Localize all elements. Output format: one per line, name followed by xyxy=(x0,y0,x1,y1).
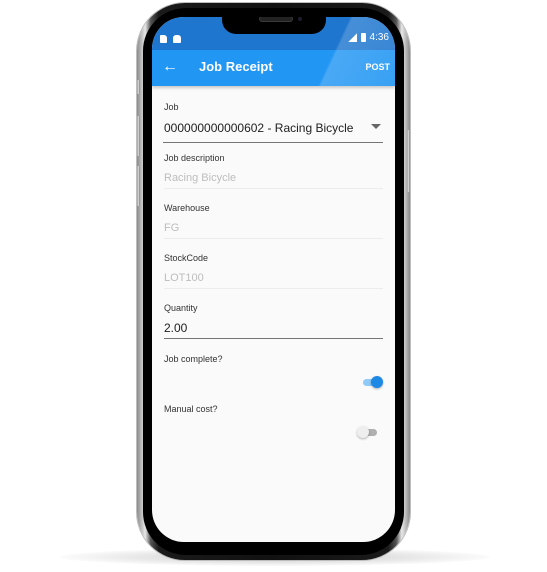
job-description-field: Racing Bicycle xyxy=(164,172,237,184)
warehouse-underline xyxy=(164,238,383,239)
volume-down-button xyxy=(137,166,140,206)
warehouse-label: Warehouse xyxy=(164,203,210,213)
job-selected-value: 000000000000602 - Racing Bicycle xyxy=(164,121,354,135)
manual-cost-toggle[interactable] xyxy=(357,426,379,438)
job-underline xyxy=(163,142,383,143)
quantity-input[interactable]: 2.00 xyxy=(164,321,383,335)
notch xyxy=(222,17,326,34)
power-button xyxy=(407,130,410,192)
dropdown-arrow-icon xyxy=(371,124,381,129)
signal-icon xyxy=(347,33,357,42)
battery-icon xyxy=(360,33,366,42)
mute-switch xyxy=(137,80,140,94)
page-title: Job Receipt xyxy=(199,59,273,74)
job-description-label: Job description xyxy=(164,153,225,163)
arrow-left-icon[interactable]: ← xyxy=(162,59,178,75)
front-camera xyxy=(298,17,302,21)
job-complete-toggle[interactable] xyxy=(361,376,383,388)
stockcode-label: StockCode xyxy=(164,253,209,263)
android-icon xyxy=(173,35,181,43)
phone-screen: 4:36 ← Job Receipt POST Job 000000000000… xyxy=(152,17,395,542)
app-bar: ← Job Receipt POST xyxy=(152,50,395,86)
speaker xyxy=(259,17,293,22)
stockcode-field: LOT100 xyxy=(164,272,204,284)
quantity-label: Quantity xyxy=(164,303,198,313)
sim-card-icon xyxy=(160,35,167,43)
warehouse-field: FG xyxy=(164,222,180,234)
job-label: Job xyxy=(164,102,179,112)
job-dropdown[interactable]: 000000000000602 - Racing Bicycle xyxy=(164,119,383,141)
quantity-underline xyxy=(164,338,383,339)
post-button[interactable]: POST xyxy=(365,62,390,72)
job-complete-label: Job complete? xyxy=(164,354,223,364)
job-description-underline xyxy=(164,188,383,189)
stockcode-underline xyxy=(164,288,383,289)
status-time: 4:36 xyxy=(369,32,389,43)
volume-up-button xyxy=(137,116,140,156)
manual-cost-label: Manual cost? xyxy=(164,404,218,414)
